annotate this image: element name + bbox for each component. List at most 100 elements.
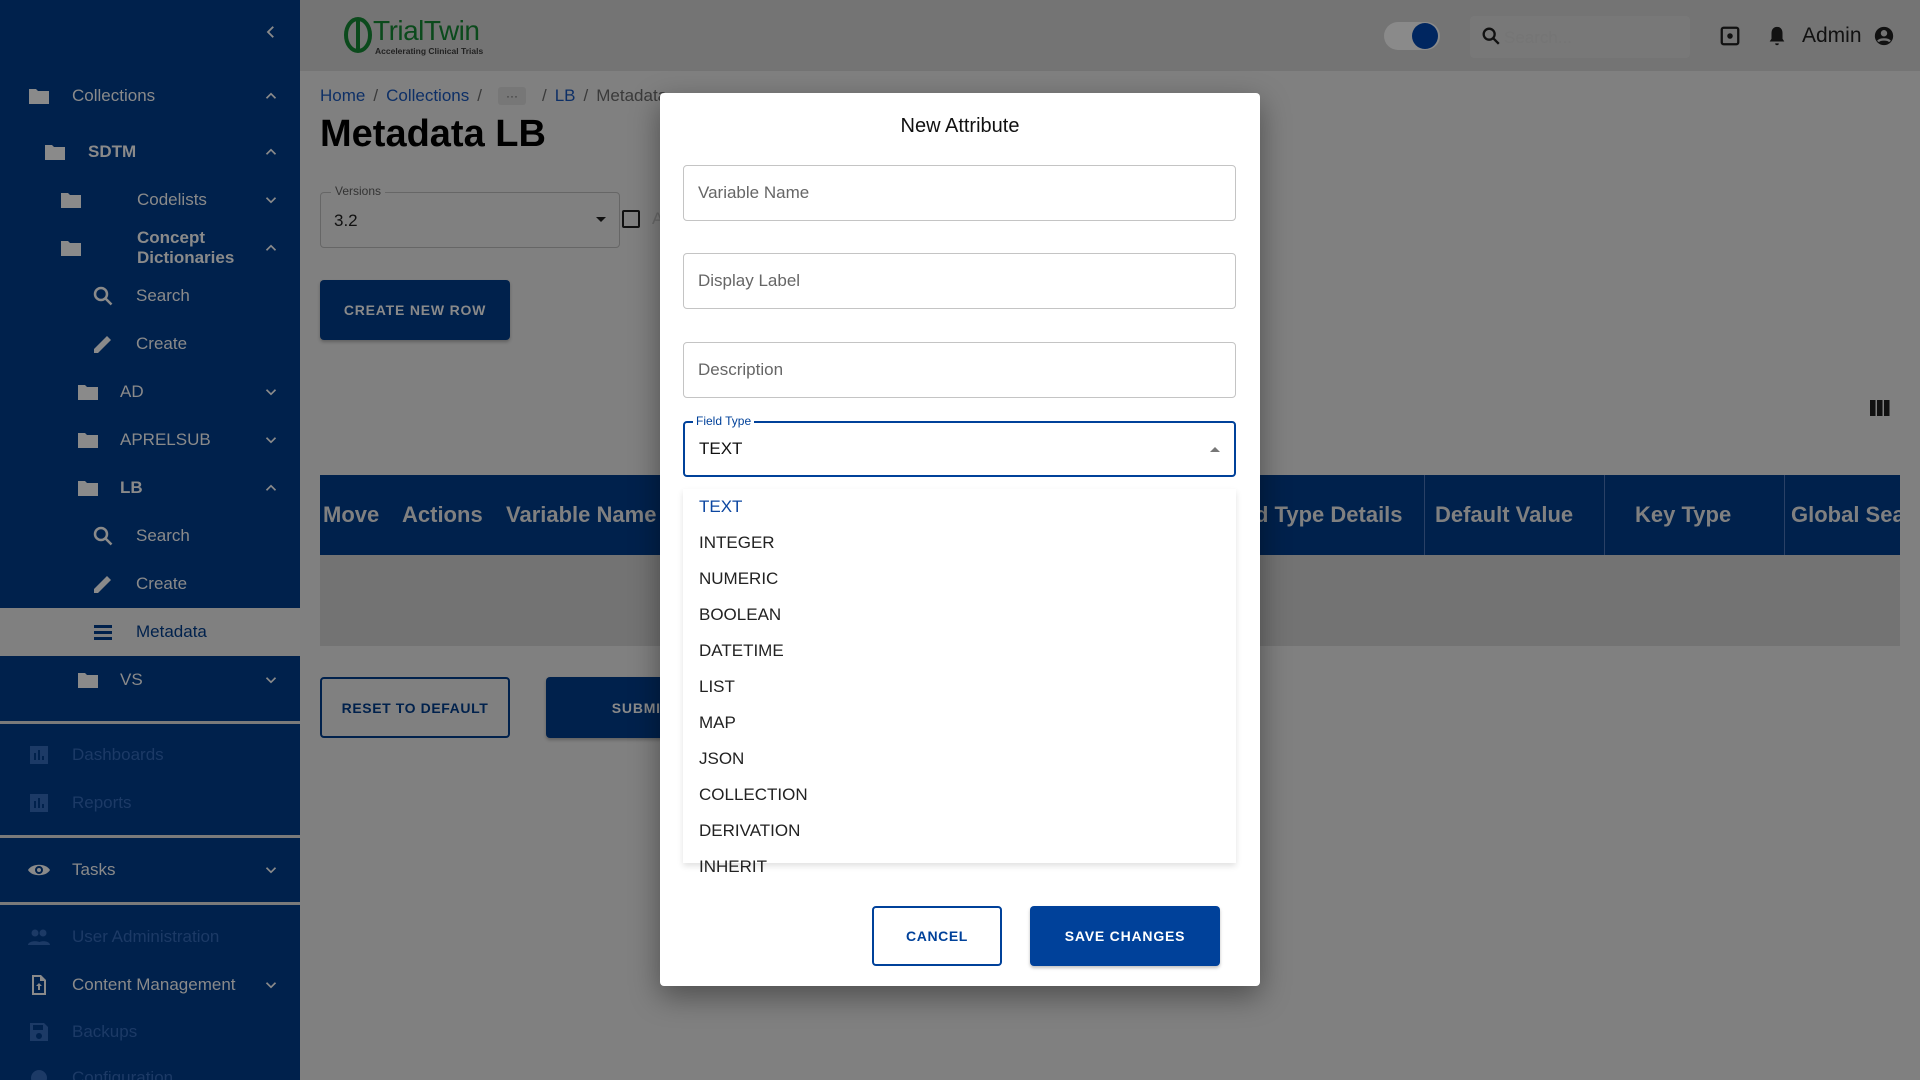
- sidebar-item-sdtm[interactable]: SDTM: [0, 128, 300, 176]
- folder-icon: [29, 89, 49, 104]
- sidebar-item-label: Collections: [72, 86, 156, 105]
- column-header-actions[interactable]: Actions: [402, 475, 483, 555]
- sidebar-item-search[interactable]: Search: [0, 512, 300, 560]
- sidebar-item-lb[interactable]: LB: [0, 464, 300, 512]
- field-type-option[interactable]: INHERIT: [699, 857, 767, 877]
- sidebar-item-configuration[interactable]: Configuration: [0, 1054, 300, 1080]
- sidebar-item-vs[interactable]: VS: [0, 656, 300, 704]
- field-type-option[interactable]: COLLECTION: [699, 785, 808, 805]
- avatar-icon[interactable]: [1873, 25, 1895, 47]
- screenshot-icon[interactable]: [1719, 25, 1741, 47]
- sidebar-item-label: Tasks: [72, 860, 116, 879]
- sidebar-item-concept-dictionaries[interactable]: Concept Dictionaries: [0, 224, 300, 272]
- breadcrumb-lb[interactable]: LB: [555, 86, 576, 106]
- field-type-option[interactable]: DATETIME: [699, 641, 784, 661]
- chevron-down-icon[interactable]: [262, 976, 280, 994]
- breadcrumb-collections[interactable]: Collections: [386, 86, 469, 106]
- field-type-option[interactable]: BOOLEAN: [699, 605, 781, 625]
- column-header-key-type[interactable]: Key Type: [1635, 475, 1731, 555]
- sidebar-item-dashboards[interactable]: Dashboards: [0, 731, 300, 779]
- theme-toggle[interactable]: [1384, 22, 1440, 50]
- column-header-variable-name[interactable]: Variable Name: [506, 475, 656, 555]
- search-icon: [93, 286, 113, 306]
- page-title: Metadata LB: [320, 113, 546, 155]
- folder-icon: [78, 673, 98, 688]
- sidebar-item-ad[interactable]: AD: [0, 368, 300, 416]
- sidebar-item-label: Backups: [72, 1022, 138, 1041]
- chevron-down-icon[interactable]: [262, 431, 280, 449]
- sidebar-item-codelists[interactable]: Codelists: [0, 176, 300, 224]
- columns-icon[interactable]: [1870, 400, 1890, 416]
- sidebar-item-label: APRELSUB: [120, 430, 211, 449]
- breadcrumb-ellipsis[interactable]: ···: [497, 87, 526, 105]
- sidebar-item-create[interactable]: Create: [0, 560, 300, 608]
- logo[interactable]: TrialTwin Accelerating Clinical Trials: [343, 15, 513, 57]
- sidebar-item-reports[interactable]: Reports: [0, 779, 300, 827]
- save-changes-button[interactable]: SAVE CHANGES: [1030, 906, 1220, 966]
- field-type-menu: TEXT INTEGER NUMERIC BOOLEAN DATETIME LIST MAP…: [683, 489, 1236, 876]
- variable-name-field[interactable]: Variable Name: [683, 165, 1236, 221]
- column-header-default-value[interactable]: Default Value: [1435, 475, 1573, 555]
- top-bar: TrialTwin Accelerating Clinical Trials A…: [300, 0, 1920, 71]
- pencil-icon: [94, 576, 111, 593]
- versions-select[interactable]: Versions 3.2: [320, 184, 620, 248]
- user-name[interactable]: Admin: [1802, 24, 1862, 48]
- field-type-option[interactable]: TEXT: [699, 497, 742, 517]
- breadcrumb-separator: /: [477, 86, 482, 105]
- dialog-title: New Attribute: [900, 115, 1020, 137]
- folder-icon: [45, 145, 65, 160]
- column-header-field-type-details[interactable]: d Type Details: [1255, 475, 1403, 555]
- create-new-row-button[interactable]: CREATE NEW ROW: [320, 280, 510, 340]
- sidebar-item-label: Codelists: [137, 190, 207, 209]
- sidebar-item-content-management[interactable]: Content Management: [0, 961, 300, 1009]
- sidebar-item-user-administration[interactable]: User Administration: [0, 913, 300, 961]
- bell-icon[interactable]: [1766, 24, 1788, 48]
- chevron-down-icon[interactable]: [262, 861, 280, 879]
- versions-label: Versions: [331, 184, 386, 198]
- sidebar-item-aprelsub[interactable]: APRELSUB: [0, 416, 300, 464]
- chevron-up-icon[interactable]: [262, 87, 280, 105]
- chevron-up-icon[interactable]: [262, 143, 280, 161]
- chevron-down-icon[interactable]: [262, 671, 280, 689]
- folder-icon: [61, 193, 81, 208]
- search-icon: [1482, 27, 1500, 45]
- display-label-field[interactable]: Display Label: [683, 253, 1236, 309]
- cancel-button[interactable]: CANCEL: [872, 906, 1002, 966]
- field-type-option[interactable]: INTEGER: [699, 533, 775, 553]
- column-header-move[interactable]: Move: [323, 475, 379, 555]
- eye-icon: [28, 864, 50, 876]
- field-type-option[interactable]: NUMERIC: [699, 569, 778, 589]
- sidebar-item-label: LB: [120, 478, 143, 497]
- field-type-option[interactable]: MAP: [699, 713, 736, 733]
- sidebar-item-collections[interactable]: Collections: [0, 72, 300, 120]
- breadcrumb-home[interactable]: Home: [320, 86, 365, 106]
- chevron-down-icon[interactable]: [262, 383, 280, 401]
- sidebar-item-label: Reports: [72, 793, 132, 812]
- sidebar-item-label: AD: [120, 382, 144, 401]
- description-field[interactable]: Description: [683, 342, 1236, 398]
- column-header-global-search[interactable]: Global Sea: [1791, 475, 1900, 555]
- sidebar-item-backups[interactable]: Backups: [0, 1008, 300, 1056]
- sidebar-item-metadata[interactable]: Metadata: [0, 608, 300, 656]
- field-type-option[interactable]: JSON: [699, 749, 744, 769]
- sidebar-item-label: Metadata: [136, 622, 207, 641]
- breadcrumb: Home / Collections / ··· / LB / Metadata: [320, 86, 667, 106]
- checkbox[interactable]: [622, 210, 640, 228]
- folder-icon: [78, 385, 98, 400]
- field-type-option[interactable]: LIST: [699, 677, 735, 697]
- search-box[interactable]: [1470, 16, 1690, 58]
- sidebar-item-label: Content Management: [72, 975, 236, 994]
- reset-to-default-button[interactable]: RESET TO DEFAULT: [320, 677, 510, 738]
- chevron-up-icon[interactable]: [262, 479, 280, 497]
- divider: [0, 902, 300, 905]
- sidebar-item-create[interactable]: Create: [0, 320, 300, 368]
- sidebar-item-tasks[interactable]: Tasks: [0, 846, 300, 894]
- breadcrumb-separator: /: [583, 86, 589, 105]
- search-input[interactable]: [1504, 26, 1674, 50]
- chevron-down-icon[interactable]: [262, 191, 280, 209]
- field-type-select[interactable]: Field Type TEXT: [683, 414, 1236, 477]
- sidebar-item-search[interactable]: Search: [0, 272, 300, 320]
- collapse-sidebar-icon[interactable]: [262, 23, 280, 41]
- chevron-up-icon[interactable]: [262, 239, 280, 257]
- field-type-option[interactable]: DERIVATION: [699, 821, 800, 841]
